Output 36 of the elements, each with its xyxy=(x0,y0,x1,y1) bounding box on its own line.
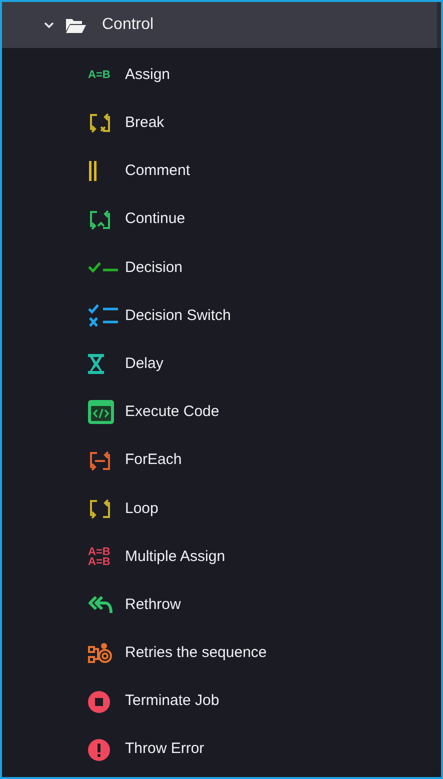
activity-label: Multiple Assign xyxy=(125,546,226,567)
activity-label: Decision xyxy=(125,258,183,278)
activity-item[interactable]: Retries the sequence xyxy=(2,629,441,678)
activity-label: Delay xyxy=(125,354,164,374)
activity-label: Assign xyxy=(125,64,170,85)
activity-item[interactable]: Rethrow xyxy=(2,581,441,630)
activity-label: Rethrow xyxy=(125,594,181,615)
activity-item[interactable]: ForEach xyxy=(2,436,441,485)
activity-item[interactable]: Decision xyxy=(2,244,441,292)
activity-item[interactable]: Throw Error xyxy=(2,726,441,774)
activity-item[interactable]: Decision Switch xyxy=(2,292,441,340)
equation-icon: A=B xyxy=(88,70,110,80)
activity-label: Comment xyxy=(125,161,190,182)
activity-item[interactable]: Comment xyxy=(2,147,441,196)
folder-icon xyxy=(66,17,86,33)
chevron-icon[interactable] xyxy=(44,20,54,30)
activity-item[interactable]: Execute Code xyxy=(2,388,441,436)
activity-label: Execute Code xyxy=(125,402,220,422)
activity-item[interactable]: Break xyxy=(2,99,441,148)
equation-icon: A=B A=B xyxy=(88,546,110,567)
activity-label: Break xyxy=(125,113,164,134)
activity-item[interactable]: Terminate Job xyxy=(2,677,441,726)
activity-item[interactable]: Loop xyxy=(2,484,441,533)
activity-label: Loop xyxy=(125,498,158,519)
activity-label: Terminate Job xyxy=(125,691,220,712)
activity-label: Retries the sequence xyxy=(125,643,267,664)
folder-row[interactable]: Control xyxy=(2,2,441,48)
folder-label: Control xyxy=(102,15,154,35)
activity-label: Decision Switch xyxy=(125,306,231,326)
activity-label: Throw Error xyxy=(125,739,204,760)
activity-item[interactable]: Continue xyxy=(2,196,441,244)
activity-label: Continue xyxy=(125,209,186,230)
activity-item[interactable]: Delay xyxy=(2,340,441,388)
activity-item[interactable]: A=B Assign xyxy=(2,51,441,100)
activity-label: ForEach xyxy=(125,450,182,470)
activity-item[interactable]: A=B A=B Multiple Assign xyxy=(2,532,441,582)
